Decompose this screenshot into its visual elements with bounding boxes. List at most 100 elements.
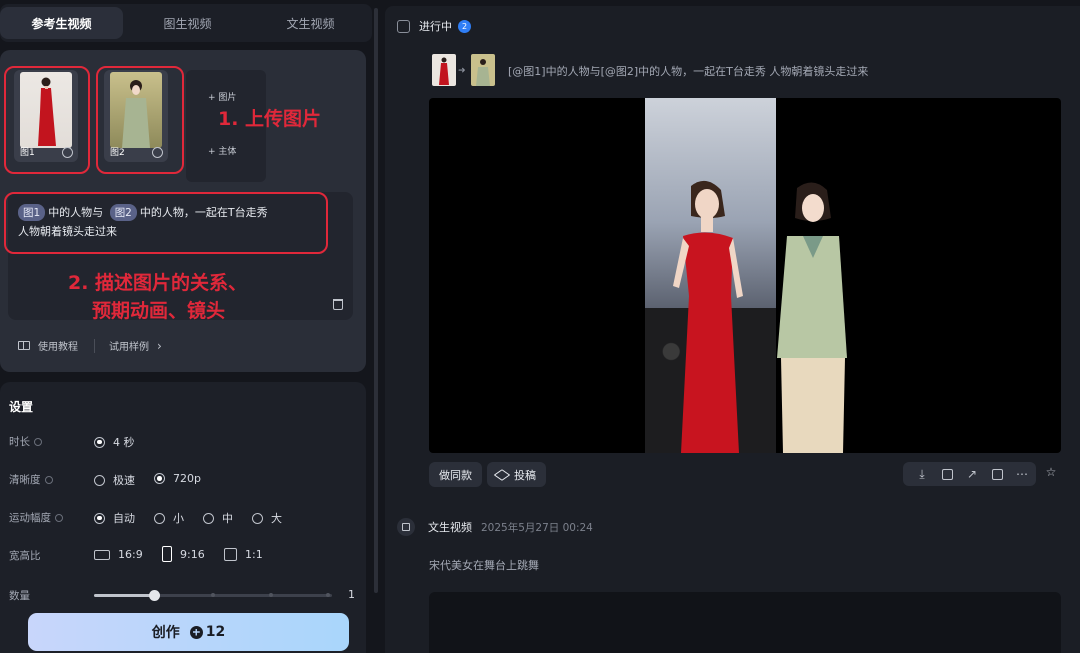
create-cost: 12 <box>205 624 226 640</box>
create-button[interactable]: 创作 12 <box>28 613 349 651</box>
slider-tick <box>211 593 215 597</box>
arrow-right-icon: ➜ <box>458 66 466 76</box>
trash-icon[interactable] <box>333 299 343 310</box>
radio-icon <box>252 512 263 524</box>
upload-card: 图1 图2 + 图片 + 主体 1. 上传图片 图1 中的人物与 图2 中的人物… <box>0 50 366 372</box>
duration-label: 时长 <box>9 436 30 448</box>
video-action-row: 做同款 投稿 ⤓ ↗ ⋯ ☆ <box>429 462 1061 488</box>
left-scrollbar[interactable] <box>374 8 378 593</box>
clarity-option-720p[interactable]: 720p <box>154 472 201 485</box>
send-icon <box>493 468 511 481</box>
compare-icon[interactable] <box>987 464 1007 484</box>
clarity-label: 清晰度 <box>9 474 41 486</box>
annotation-box-image-2 <box>96 66 184 174</box>
landscape-icon <box>94 549 110 560</box>
history-item-prompt: 宋代美女在舞台上跳舞 <box>429 559 539 572</box>
ratio-option-16-9[interactable]: 16:9 <box>94 548 143 561</box>
info-icon[interactable] <box>55 514 63 522</box>
annotation-describe-2: 预期动画、镜头 <box>92 300 226 322</box>
clarity-row-label: 清晰度 <box>9 472 53 487</box>
ratio-option-9-16[interactable]: 9:16 <box>162 546 205 562</box>
tutorial-link[interactable]: 使用教程 <box>38 338 78 353</box>
motion-option-label: 大 <box>271 512 282 525</box>
tool-group: ⤓ ↗ ⋯ <box>903 462 1036 486</box>
slider-tick <box>326 593 330 597</box>
edit-icon[interactable] <box>397 518 415 536</box>
share-icon[interactable] <box>937 464 957 484</box>
radio-icon <box>203 512 214 524</box>
radio-icon <box>94 474 105 486</box>
ratio-option-1-1[interactable]: 1:1 <box>224 548 263 561</box>
motion-option-label: 自动 <box>113 512 135 525</box>
model-green-hanfu <box>777 182 847 453</box>
quantity-slider[interactable] <box>94 590 332 601</box>
motion-option-small[interactable]: 小 <box>154 510 184 526</box>
history-video-player[interactable] <box>429 592 1061 653</box>
tab-text-video[interactable]: 文生视频 <box>249 4 372 42</box>
portrait-icon <box>162 546 172 562</box>
motion-label: 运动幅度 <box>9 512 51 524</box>
slider-tick <box>269 593 273 597</box>
motion-option-label: 小 <box>173 512 184 525</box>
square-icon <box>224 548 237 561</box>
quantity-value: 1 <box>348 588 355 601</box>
more-icon[interactable]: ⋯ <box>1012 464 1032 484</box>
ref-thumb-2[interactable] <box>471 54 495 86</box>
in-progress-label: 进行中 <box>419 20 452 33</box>
left-panel: 参考生视频 图生视频 文生视频 图1 图2 + 图片 + 主体 1. 上传图片 … <box>0 0 378 653</box>
duration-row-label: 时长 <box>9 434 42 449</box>
credit-icon <box>189 625 203 639</box>
ref-thumb-2-figure <box>476 59 490 86</box>
submit-button[interactable]: 投稿 <box>487 462 546 487</box>
quantity-slider-fill <box>94 594 154 597</box>
ratio-label: 宽高比 <box>9 550 41 562</box>
history-item-type: 文生视频 <box>428 521 472 534</box>
make-same-button[interactable]: 做同款 <box>429 462 482 487</box>
motion-row-label: 运动幅度 <box>9 510 63 525</box>
video-tools: ⤓ ↗ ⋯ ☆ <box>903 462 1061 486</box>
info-icon[interactable] <box>44 476 53 484</box>
motion-option-auto[interactable]: 自动 <box>94 510 135 526</box>
tab-image-video[interactable]: 图生视频 <box>126 4 249 42</box>
app: 参考生视频 图生视频 文生视频 图1 图2 + 图片 + 主体 1. 上传图片 … <box>0 0 1080 653</box>
motion-option-large[interactable]: 大 <box>252 510 282 526</box>
reference-prompt-text: [@图1]中的人物与[@图2]中的人物，一起在T台走秀 人物朝着镜头走过来 <box>508 65 869 78</box>
sample-link[interactable]: 试用样例 <box>109 338 149 353</box>
in-progress-header: 进行中 2 <box>397 18 471 34</box>
annotation-upload: 1. 上传图片 <box>218 108 322 130</box>
chevron-right-icon: › <box>157 338 162 353</box>
clarity-option-label: 极速 <box>113 474 135 487</box>
ref-thumb-1-figure <box>439 57 449 85</box>
star-icon[interactable]: ☆ <box>1041 462 1061 482</box>
book-icon <box>18 341 30 350</box>
ratio-option-label: 1:1 <box>245 548 263 561</box>
history-item-date: 2025年5月27日 00:24 <box>481 521 593 534</box>
add-image-button[interactable]: + 图片 <box>208 90 236 103</box>
quantity-slider-knob[interactable] <box>149 590 160 601</box>
info-icon[interactable] <box>34 438 42 446</box>
clarity-option-label: 720p <box>173 472 201 485</box>
annotation-box-image-1 <box>4 66 90 174</box>
export-icon[interactable]: ↗ <box>962 464 982 484</box>
radio-icon <box>94 512 105 524</box>
annotation-describe-1: 2. 描述图片的关系、 <box>68 272 248 294</box>
select-all-checkbox[interactable] <box>397 19 410 33</box>
divider <box>94 338 95 353</box>
submit-label: 投稿 <box>514 468 536 482</box>
generated-video-player[interactable] <box>429 98 1061 453</box>
radio-icon <box>154 512 165 524</box>
ref-thumb-1[interactable] <box>432 54 456 86</box>
settings-title: 设置 <box>9 400 34 414</box>
quantity-label: 数量 <box>9 590 30 602</box>
mode-tabs: 参考生视频 图生视频 文生视频 <box>0 4 372 42</box>
clarity-option-fast[interactable]: 极速 <box>94 472 135 488</box>
add-subject-button[interactable]: + 主体 <box>208 144 236 157</box>
annotation-box-prompt <box>4 192 328 254</box>
radio-icon <box>94 436 105 448</box>
download-icon[interactable]: ⤓ <box>912 464 932 484</box>
model-red-dress <box>673 180 743 453</box>
duration-option-4s[interactable]: 4 秒 <box>94 434 135 450</box>
radio-icon <box>154 473 165 484</box>
motion-option-medium[interactable]: 中 <box>203 510 233 526</box>
tab-reference-video[interactable]: 参考生视频 <box>0 7 123 39</box>
